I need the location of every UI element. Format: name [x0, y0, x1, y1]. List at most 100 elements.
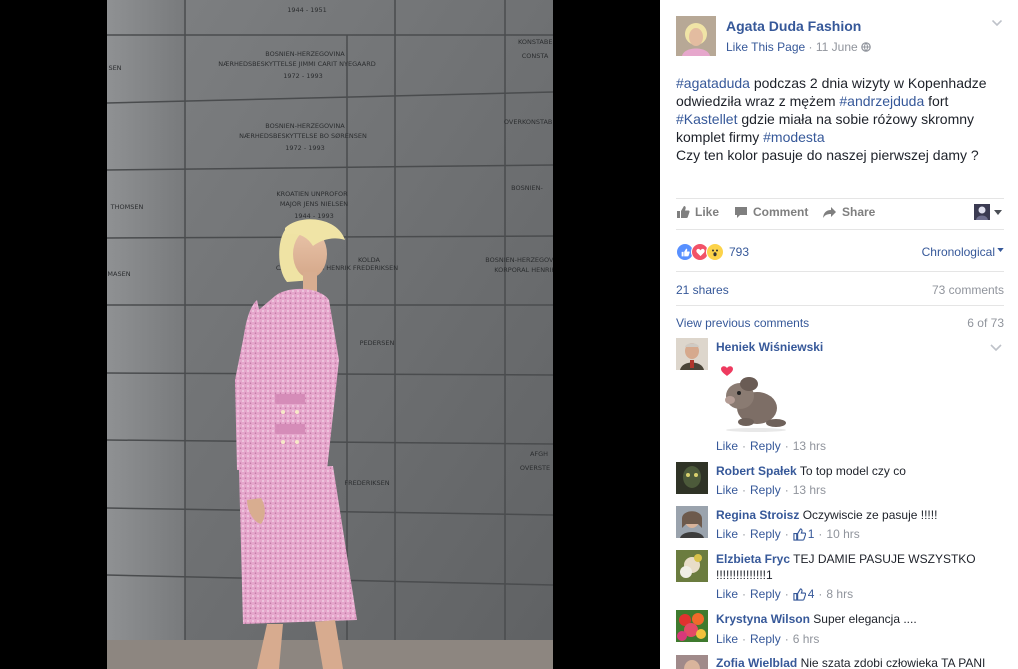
commenter-avatar[interactable]: [676, 655, 708, 669]
wall-inscription: 1972 - 1993: [283, 72, 323, 80]
comment-time[interactable]: 13 hrs: [793, 439, 826, 453]
wall-inscription: PEDERSEN: [360, 339, 395, 347]
comment-time[interactable]: 6 hrs: [793, 632, 820, 646]
commenter-name[interactable]: Robert Spałek: [716, 464, 797, 478]
viewer-selector[interactable]: [974, 204, 1002, 220]
comment-like-link[interactable]: Like: [716, 483, 738, 497]
like-button[interactable]: Like: [676, 205, 719, 219]
commenter-avatar[interactable]: [676, 338, 708, 370]
comment-like-count: 4: [807, 587, 815, 601]
hashtag-link[interactable]: #modesta: [763, 129, 824, 145]
wall-inscription: NÆRHEDSBESKYTTELSE JIMMI CARIT NYEGAARD: [218, 60, 375, 68]
wall-inscription: BOSNIEN-: [511, 184, 543, 192]
comment-icon: [735, 206, 747, 218]
wall-inscription: AFGH: [530, 450, 548, 458]
caret-down-icon: [997, 248, 1004, 252]
comment-body: Zofia Wielblad Nie szata zdobi człowieka…: [716, 655, 986, 669]
reactions-count: 793: [729, 245, 750, 259]
view-previous-comments-link[interactable]: View previous comments: [676, 316, 809, 330]
commenter-avatar[interactable]: [676, 610, 708, 642]
post-question: Czy ten kolor pasuje do naszej pierwszej…: [676, 147, 979, 163]
like-label: Like: [695, 205, 720, 219]
post-header: Agata Duda Fashion Like This Page · 11 J…: [660, 0, 1018, 64]
comment-label: Comment: [753, 205, 809, 219]
wall-inscription: KORPORAL HENRIK: [494, 266, 553, 274]
comment-body: Elzbieta Fryc TEJ DAMIE PASUJE WSZYSTKO …: [716, 551, 986, 583]
like-page-link[interactable]: Like This Page: [726, 40, 805, 54]
commenter-avatar[interactable]: [676, 506, 708, 538]
comment-reply-link[interactable]: Reply: [750, 587, 781, 601]
wall-inscription: BOSNIEN-HERZEGOVINA: [265, 50, 345, 58]
share-icon: [823, 206, 836, 218]
wall-inscription: KROATIEN UNPROFOR: [276, 190, 348, 198]
post-photo[interactable]: 1944 - 1951 BOSNIEN-HERZEGOVINA NÆRHEDSB…: [107, 0, 553, 669]
comment-order-label: Chronological: [921, 245, 995, 259]
dog-heart-sticker: [716, 364, 796, 436]
chevron-down-icon[interactable]: [992, 20, 1002, 26]
comment-reply-link[interactable]: Reply: [750, 483, 781, 497]
comment-like-link[interactable]: Like: [716, 587, 738, 601]
thumbs-up-icon: [793, 587, 806, 601]
comment-meta: Like · Reply · 6 hrs: [716, 632, 820, 646]
page-avatar[interactable]: [676, 16, 716, 56]
comment-time[interactable]: 13 hrs: [793, 483, 826, 497]
comment-meta: Like · Reply · 13 hrs: [716, 483, 827, 497]
post-side-panel: Agata Duda Fashion Like This Page · 11 J…: [660, 0, 1018, 669]
share-label: Share: [842, 205, 876, 219]
page-name-link[interactable]: Agata Duda Fashion: [726, 18, 861, 34]
wall-inscription: OVERSTE: [520, 464, 550, 472]
thumbs-up-icon: [793, 527, 806, 541]
comment-button[interactable]: Comment: [734, 205, 808, 219]
comment-text: Nie szata zdobi człowieka TA PANI: [800, 656, 986, 669]
comment-reply-link[interactable]: Reply: [750, 632, 781, 646]
wall-inscription: BOSNIEN-HERZEGOVINA: [265, 122, 345, 130]
commenter-avatar[interactable]: [676, 550, 708, 582]
shares-link[interactable]: 21 shares: [676, 283, 729, 297]
thumbs-up-icon: [677, 206, 690, 218]
comment-text: To top model czy co: [799, 464, 906, 478]
comments-count[interactable]: 73 comments: [932, 283, 1004, 297]
comment-body: Krystyna Wilson Super elegancja ....: [716, 611, 986, 627]
comment-meta: Like · Reply · 1 · 10 hrs: [716, 527, 860, 541]
comment-text: Oczywiscie ze pasuje !!!!!: [802, 508, 938, 522]
commenter-avatar[interactable]: [676, 462, 708, 494]
photo-illustration: 1944 - 1951 BOSNIEN-HERZEGOVINA NÆRHEDSB…: [107, 0, 553, 669]
comment-body: Robert Spałek To top model czy co: [716, 463, 986, 479]
wall-inscription: BOSNIEN-HERZEGOVINA: [485, 256, 553, 264]
separator-dot: ·: [808, 40, 816, 54]
reactions-summary[interactable]: 793: [676, 243, 749, 261]
commenter-name[interactable]: Elzbieta Fryc: [716, 552, 790, 566]
post-text-segment: fort: [924, 93, 949, 109]
post-message: #agataduda podczas 2 dnia wizyty w Kopen…: [676, 74, 1011, 164]
comment-like-link[interactable]: Like: [716, 439, 738, 453]
hashtag-link[interactable]: #agataduda: [676, 75, 750, 91]
wall-inscription: MASEN: [107, 270, 130, 278]
comment-like-link[interactable]: Like: [716, 527, 738, 541]
wall-inscription: SEN: [108, 64, 121, 72]
viewer-avatar: [974, 204, 990, 220]
comment-reply-link[interactable]: Reply: [750, 439, 781, 453]
chevron-down-icon[interactable]: [990, 344, 1002, 352]
comment-reply-link[interactable]: Reply: [750, 527, 781, 541]
comment-like-link[interactable]: Like: [716, 632, 738, 646]
wall-inscription: NÆRHEDSBESKYTTELSE BO SØRENSEN: [239, 132, 367, 140]
comment-time[interactable]: 10 hrs: [826, 527, 859, 541]
comment-text: Super elegancja ....: [813, 612, 917, 626]
wall-inscription: 1944 - 1951: [287, 6, 327, 14]
wall-inscription: 1944 - 1993: [294, 212, 334, 220]
comment-likes[interactable]: 4: [793, 587, 815, 601]
comment-time[interactable]: 8 hrs: [826, 587, 853, 601]
commenter-name[interactable]: Regina Stroisz: [716, 508, 799, 522]
share-button[interactable]: Share: [822, 205, 875, 219]
post-actions-bar: Like Comment Share: [676, 198, 1004, 230]
hashtag-link[interactable]: #Kastellet: [676, 111, 737, 127]
comment-likes[interactable]: 1: [793, 527, 815, 541]
commenter-name[interactable]: Zofia Wielblad: [716, 656, 797, 669]
comment-order-dropdown[interactable]: Chronological: [922, 245, 1004, 259]
comment-like-count: 1: [807, 527, 815, 541]
comment-meta: Like · Reply · 4 · 8 hrs: [716, 587, 854, 601]
hashtag-link[interactable]: #andrzejduda: [839, 93, 924, 109]
post-date[interactable]: 11 June: [816, 40, 858, 54]
commenter-name[interactable]: Heniek Wiśniewski: [716, 340, 823, 354]
commenter-name[interactable]: Krystyna Wilson: [716, 612, 810, 626]
